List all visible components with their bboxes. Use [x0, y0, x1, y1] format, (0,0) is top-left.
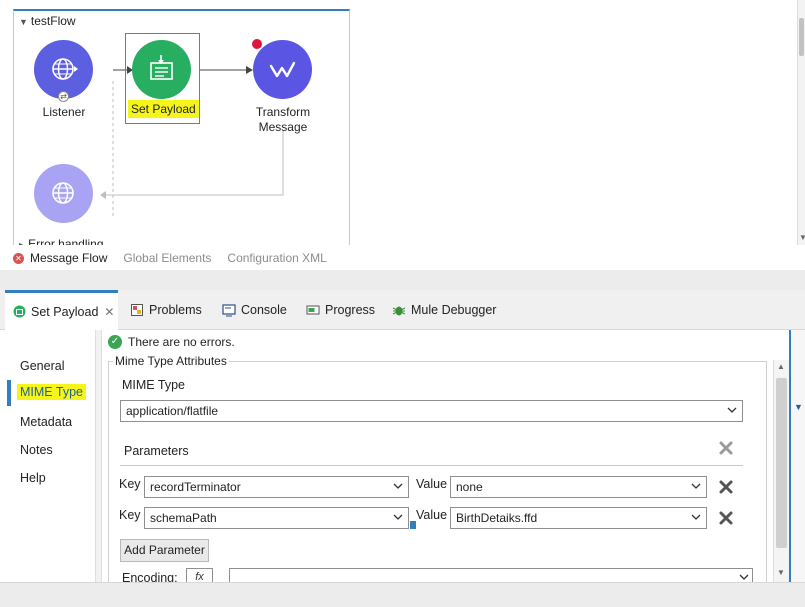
listener-label: Listener: [42, 105, 86, 119]
add-parameter-button[interactable]: Add Parameter: [120, 539, 209, 562]
tab-global-elements[interactable]: Global Elements: [123, 251, 211, 265]
param-value-value: none: [456, 480, 483, 494]
scroll-up-arrow-icon[interactable]: ▲: [777, 362, 785, 371]
param-value-label: Value: [416, 508, 448, 522]
tab-mule-debugger[interactable]: Mule Debugger: [392, 290, 496, 330]
flow-container[interactable]: ▼ testFlow ⇄ Listener Set Payload Transf…: [13, 9, 350, 245]
nav-item-general[interactable]: General: [20, 359, 64, 373]
tab-console[interactable]: Console: [222, 290, 287, 330]
scroll-down-arrow-icon[interactable]: ▼: [777, 568, 785, 577]
canvas-vertical-scrollbar[interactable]: [797, 0, 805, 245]
set-payload-label: Set Payload: [128, 100, 199, 118]
tab-global-elements-label: Global Elements: [123, 251, 212, 265]
validation-status: ✓ There are no errors.: [108, 335, 235, 349]
transform-message-node[interactable]: [253, 40, 312, 99]
globe-icon: [52, 182, 74, 204]
panel-divider[interactable]: [0, 270, 805, 290]
tab-configuration-xml-label: Configuration XML: [227, 251, 327, 265]
properties-panel: General MIME Type Metadata Notes Help ✓ …: [0, 330, 805, 586]
tab-configuration-xml[interactable]: Configuration XML: [227, 251, 326, 265]
parameters-label: Parameters: [124, 444, 189, 458]
error-handling-section[interactable]: ▶Error handling: [19, 237, 104, 245]
set-payload-small-icon: [13, 305, 26, 318]
status-text: There are no errors.: [128, 335, 235, 349]
tab-console-label: Console: [241, 303, 287, 317]
listener-response-node[interactable]: [34, 164, 93, 223]
transform-label-line2: Message: [258, 120, 308, 134]
expand-triangle-icon[interactable]: ▶: [19, 241, 25, 245]
chevron-down-icon: [393, 514, 403, 520]
error-handling-label: Error handling: [28, 237, 104, 245]
tab-progress-label: Progress: [325, 303, 376, 317]
editor-view-tabs: ✕ Message Flow Global Elements Configura…: [13, 248, 343, 268]
tab-problems-label: Problems: [149, 303, 202, 317]
check-icon: ✓: [108, 335, 122, 349]
parameters-divider: [120, 465, 743, 466]
set-payload-icon: [150, 55, 173, 80]
properties-side-nav: General MIME Type Metadata Notes Help: [5, 330, 95, 582]
remove-param-icon[interactable]: [718, 510, 734, 526]
param-value-value: BirthDetaiks.ffd: [456, 511, 538, 525]
console-icon: [222, 303, 236, 317]
close-icon[interactable]: ✕: [104, 305, 114, 319]
chevron-down-icon: [739, 574, 749, 580]
transform-message-label: Transform Message: [228, 105, 338, 135]
dataweave-icon: [269, 61, 296, 78]
param-value-select[interactable]: BirthDetaiks.ffd: [450, 507, 707, 529]
group-title: Mime Type Attributes: [113, 354, 229, 368]
tab-mule-debugger-label: Mule Debugger: [411, 303, 497, 317]
status-bar: [0, 582, 805, 607]
nav-item-mime-type-label: MIME Type: [17, 384, 86, 400]
side-nav-divider[interactable]: [95, 330, 102, 582]
tab-message-flow-label: Message Flow: [30, 251, 108, 265]
param-value-label: Value: [416, 477, 448, 491]
param-key-label: Key: [119, 477, 141, 491]
nav-item-notes[interactable]: Notes: [20, 443, 53, 457]
param-value-select[interactable]: none: [450, 476, 707, 498]
param-key-select[interactable]: recordTerminator: [144, 476, 409, 498]
set-payload-node[interactable]: [132, 40, 191, 99]
progress-icon: [306, 303, 320, 317]
param-key-value: recordTerminator: [150, 480, 241, 494]
chevron-down-icon: [691, 483, 701, 489]
nav-item-help[interactable]: Help: [20, 471, 46, 485]
param-key-label: Key: [119, 508, 141, 522]
nav-active-indicator: [7, 380, 11, 406]
mime-type-select[interactable]: application/flatfile: [120, 400, 743, 422]
mime-type-value: application/flatfile: [126, 404, 219, 418]
param-key-select[interactable]: schemaPath: [144, 507, 409, 529]
nav-item-mime-type[interactable]: MIME Type: [17, 384, 86, 400]
tab-progress[interactable]: Progress: [306, 290, 375, 330]
properties-vertical-scrollbar[interactable]: ▲ ▼: [773, 360, 789, 582]
error-icon: ✕: [13, 252, 24, 264]
remove-param-icon[interactable]: [718, 479, 734, 495]
tab-message-flow[interactable]: ✕ Message Flow: [13, 251, 107, 265]
tab-problems[interactable]: Problems: [130, 290, 202, 330]
flow-canvas[interactable]: ▼ testFlow ⇄ Listener Set Payload Transf…: [0, 0, 805, 245]
content-assist-icon: [410, 521, 416, 529]
tab-set-payload-label: Set Payload: [31, 304, 99, 319]
panel-tab-bar: Set Payload ✕ Problems Console Progress …: [0, 290, 805, 330]
problems-icon: [130, 303, 144, 317]
chevron-down-icon[interactable]: ▼: [794, 402, 803, 412]
side-panel-strip: ▼: [789, 330, 805, 582]
tab-set-payload[interactable]: Set Payload ✕: [5, 290, 118, 330]
param-key-value: schemaPath: [150, 511, 217, 525]
mime-type-label: MIME Type: [122, 378, 185, 392]
scroll-down-arrow-icon[interactable]: ▼: [799, 233, 805, 242]
debugger-bug-icon: [392, 303, 406, 317]
chevron-down-icon: [691, 514, 701, 520]
nav-item-metadata[interactable]: Metadata: [20, 415, 72, 429]
chevron-down-icon: [393, 483, 403, 489]
scrollbar-thumb[interactable]: [776, 378, 787, 548]
transform-label-line1: Transform: [255, 105, 311, 119]
chevron-down-icon: [727, 407, 737, 413]
source-icon: ⇄: [58, 91, 69, 102]
remove-all-icon[interactable]: [718, 440, 734, 456]
